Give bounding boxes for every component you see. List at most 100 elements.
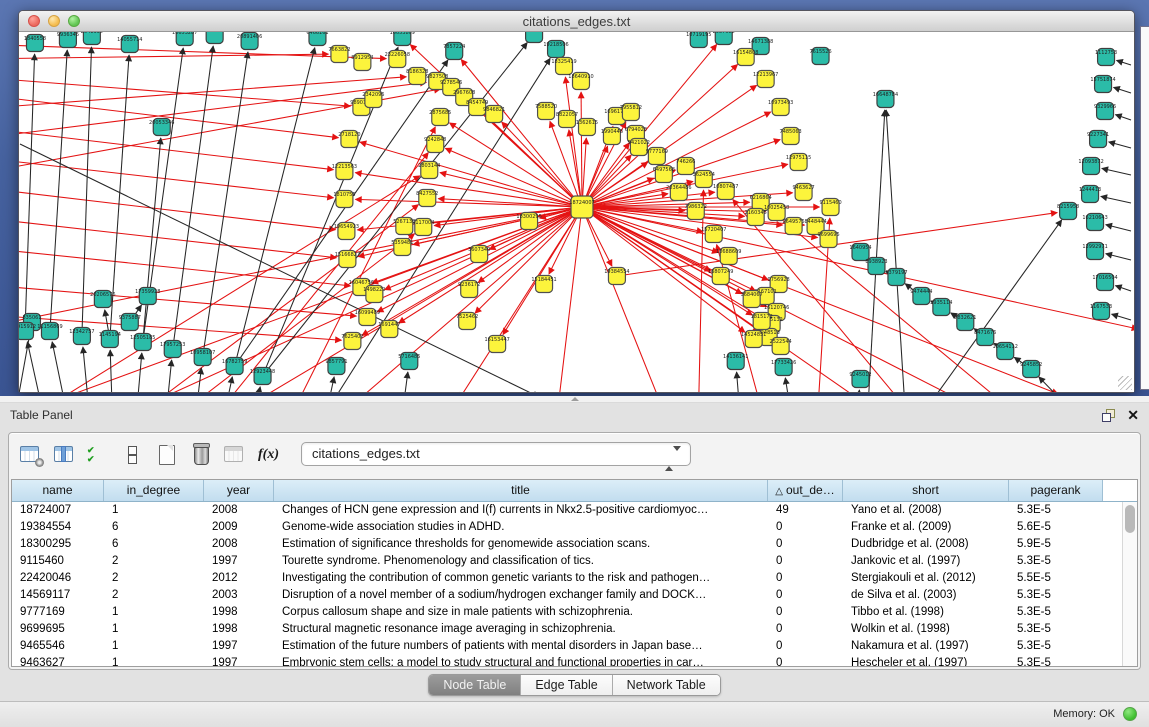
graph-node[interactable] [331, 46, 348, 63]
table-cell[interactable]: 5.3E-5 [1009, 502, 1103, 519]
graph-node[interactable] [622, 104, 639, 121]
graph-node[interactable] [1083, 158, 1100, 175]
graph-node[interactable] [389, 51, 406, 68]
graph-node[interactable] [339, 251, 356, 268]
table-cell[interactable]: 5.6E-5 [1009, 519, 1103, 536]
graph-node[interactable] [715, 32, 732, 45]
graph-node[interactable] [401, 353, 418, 370]
close-window-button[interactable] [28, 15, 40, 27]
graph-node[interactable] [1060, 203, 1077, 220]
graph-node[interactable] [459, 313, 476, 330]
table-cell[interactable]: Jankovic et al. (1997) [843, 553, 1009, 570]
table-cell[interactable]: Estimation of the future numbers of pati… [274, 638, 768, 655]
graph-node[interactable] [745, 331, 762, 348]
table-cell[interactable]: de Silva et al. (2003) [843, 587, 1009, 604]
network-canvas[interactable]: 1840558993634520413351405571410653287152… [19, 32, 1134, 392]
graph-node[interactable] [341, 131, 358, 148]
graph-node[interactable] [427, 136, 444, 153]
table-cell[interactable]: 14569117 [12, 587, 104, 604]
graph-node[interactable] [432, 109, 449, 126]
graph-node[interactable] [677, 158, 694, 175]
graph-node[interactable] [820, 231, 837, 248]
graph-node[interactable] [795, 184, 812, 201]
table-row[interactable]: 2242004622012Investigating the contribut… [12, 570, 1137, 587]
float-panel-icon[interactable] [1102, 409, 1115, 422]
graph-node[interactable] [772, 99, 789, 116]
close-panel-icon[interactable]: ✕ [1127, 403, 1139, 427]
table-row[interactable]: 969969511998Structural magnetic resonanc… [12, 621, 1137, 638]
minimize-window-button[interactable] [48, 15, 60, 27]
graph-node[interactable] [705, 226, 722, 243]
table-cell[interactable]: 1 [104, 502, 204, 519]
table-cell[interactable]: Embryonic stem cells: a model to study s… [274, 655, 768, 667]
graph-node[interactable] [469, 99, 486, 116]
table-cell[interactable]: 1 [104, 638, 204, 655]
table-cell[interactable]: Corpus callosum shape and size in male p… [274, 604, 768, 621]
table-cell[interactable]: 2009 [204, 519, 274, 536]
table-cell[interactable]: 5.3E-5 [1009, 587, 1103, 604]
graph-node[interactable] [753, 313, 770, 330]
table-cell[interactable]: Tourette syndrome. Phenomenology and cla… [274, 553, 768, 570]
graph-node[interactable] [394, 239, 411, 256]
table-cell[interactable]: 22420046 [12, 570, 104, 587]
graph-node[interactable] [139, 288, 156, 305]
tab-network-table[interactable]: Network Table [612, 675, 720, 695]
graph-node[interactable] [254, 368, 271, 385]
table-cell[interactable]: 18300295 [12, 536, 104, 553]
table-cell[interactable]: 1 [104, 621, 204, 638]
column-header-out-de-[interactable]: △out_de… [768, 480, 843, 501]
table-cell[interactable]: Investigating the contribution of common… [274, 570, 768, 587]
graph-node[interactable] [366, 286, 383, 303]
graph-node[interactable] [1097, 274, 1114, 291]
table-row[interactable]: 1872400712008Changes of HCN gene express… [12, 502, 1137, 519]
table-cell[interactable]: 2 [104, 553, 204, 570]
graph-node[interactable] [73, 328, 90, 345]
table-cell[interactable]: 1 [104, 655, 204, 667]
graph-node[interactable] [785, 218, 802, 235]
table-cell[interactable]: 49 [768, 502, 843, 519]
graph-node[interactable] [957, 314, 974, 331]
scrollbar-thumb[interactable] [1125, 505, 1135, 533]
new-file-icon[interactable] [155, 444, 178, 465]
rows-icon[interactable] [121, 444, 144, 465]
table-cell[interactable]: 1998 [204, 604, 274, 621]
graph-node[interactable] [59, 32, 76, 48]
graph-node[interactable] [1098, 49, 1115, 66]
graph-node[interactable] [1082, 186, 1099, 203]
table-cell[interactable]: Franke et al. (2009) [843, 519, 1009, 536]
graph-node[interactable] [768, 204, 785, 221]
table-cell[interactable]: 2008 [204, 502, 274, 519]
graph-node[interactable] [913, 288, 930, 305]
graph-hub-node[interactable] [571, 196, 593, 218]
graph-node[interactable] [176, 32, 193, 46]
table-row[interactable]: 946554611997Estimation of the future num… [12, 638, 1137, 655]
graph-node[interactable] [241, 33, 258, 50]
graph-node[interactable] [471, 246, 488, 263]
table-cell[interactable]: 0 [768, 536, 843, 553]
tab-node-table[interactable]: Node Table [429, 675, 520, 695]
graph-node[interactable] [194, 349, 211, 366]
window-resize-grip[interactable] [1118, 376, 1132, 390]
tab-edge-table[interactable]: Edge Table [520, 675, 611, 695]
graph-node[interactable] [338, 223, 355, 240]
table-cell[interactable]: 5.3E-5 [1009, 638, 1103, 655]
table-cell[interactable]: Genome-wide association studies in ADHD. [274, 519, 768, 536]
graph-node[interactable] [822, 199, 839, 216]
table-cell[interactable]: Estimation of significance thresholds fo… [274, 536, 768, 553]
table-row[interactable]: 946362711997Embryonic stem cells: a mode… [12, 655, 1137, 667]
graph-node[interactable] [328, 358, 345, 375]
graph-node[interactable] [977, 329, 994, 346]
graph-node[interactable] [538, 103, 555, 120]
graph-node[interactable] [121, 36, 138, 53]
graph-node[interactable] [695, 171, 712, 188]
table-cell[interactable]: 0 [768, 621, 843, 638]
graph-node[interactable] [1097, 103, 1114, 120]
graph-node[interactable] [486, 106, 503, 123]
graph-node[interactable] [94, 291, 111, 308]
graph-node[interactable] [1087, 214, 1104, 231]
graph-node[interactable] [446, 43, 463, 60]
graph-node[interactable] [712, 268, 729, 285]
graph-node[interactable] [877, 91, 894, 108]
table-cell[interactable]: 9699695 [12, 621, 104, 638]
table-cell[interactable]: 9115460 [12, 553, 104, 570]
